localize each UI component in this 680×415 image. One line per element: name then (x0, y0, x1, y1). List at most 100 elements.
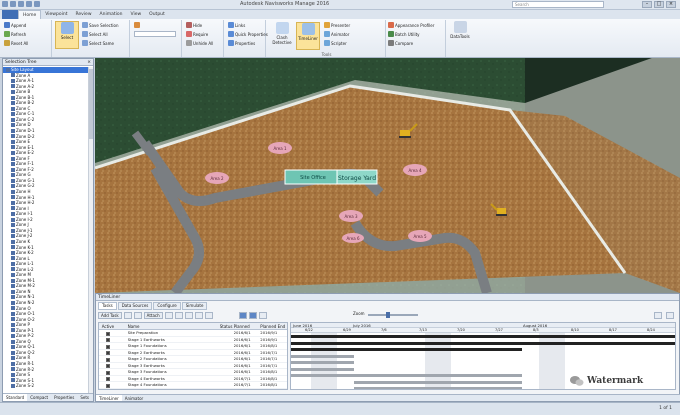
timeliner-button[interactable]: TimeLiner (296, 22, 320, 50)
append-button[interactable]: Append (4, 22, 26, 28)
tab-data-sources[interactable]: Data Sources (117, 302, 153, 310)
planned-view-icon[interactable] (248, 311, 257, 319)
appearance-profiler-button[interactable]: Appearance Profiler (388, 22, 434, 28)
tab-tasks[interactable]: Tasks (98, 302, 117, 310)
reset-all-button[interactable]: Reset All (4, 40, 28, 46)
active-checkbox[interactable] (105, 383, 110, 388)
planned-start[interactable]: 2016/6/1 (234, 350, 261, 356)
tab-viewpoint[interactable]: Viewpoint (41, 10, 71, 19)
close-icon[interactable]: × (666, 1, 676, 8)
planned-end[interactable]: 2016/8/1 (260, 382, 287, 388)
tab-timeliner[interactable]: TimeLiner (96, 395, 122, 401)
require-button[interactable]: Require (186, 31, 208, 37)
tab-properties[interactable]: Properties (51, 394, 77, 401)
add-task-button[interactable]: Add Task (98, 311, 122, 319)
task-name[interactable]: Stage 3 Foundations (126, 369, 220, 375)
3d-viewport[interactable]: Site Office Storage Yard Area 1 Area 2 A… (95, 58, 680, 293)
tree-scrollbar[interactable] (88, 67, 93, 393)
gantt-bar[interactable] (353, 387, 523, 389)
planned-end[interactable]: 2016/7/1 (260, 356, 287, 362)
task-name[interactable]: Stage 2 Earthworks (126, 350, 220, 356)
quick-properties-button[interactable]: Quick Properties (228, 31, 268, 37)
options-icon[interactable] (666, 311, 674, 319)
planned-start[interactable]: 2016/6/1 (234, 363, 261, 369)
maximize-icon[interactable]: □ (654, 1, 664, 8)
zoom-slider-knob[interactable] (386, 312, 390, 318)
gantt-bar[interactable] (291, 374, 523, 377)
planned-start[interactable]: 2016/6/1 (234, 343, 261, 349)
tab-configure[interactable]: Configure (153, 302, 181, 310)
tab-home[interactable]: Home (18, 10, 42, 19)
find-items-button[interactable] (134, 22, 140, 28)
planned-start[interactable]: 2016/6/1 (234, 356, 261, 362)
tab-output[interactable]: Output (145, 10, 169, 19)
datatools-button[interactable]: DataTools (448, 21, 472, 49)
help-icon[interactable] (654, 311, 662, 319)
save-selection-button[interactable]: Save Selection (82, 22, 119, 28)
active-checkbox[interactable] (105, 344, 110, 349)
planned-start[interactable]: 2016/7/1 (234, 376, 261, 382)
unhide-all-button[interactable]: Unhide All (186, 40, 213, 46)
select-button[interactable]: Select (55, 21, 79, 49)
active-checkbox[interactable] (105, 331, 110, 336)
planned-end[interactable]: 2016/8/1 (260, 343, 287, 349)
planned-start[interactable]: 2016/6/1 (234, 369, 261, 375)
scripter-button[interactable]: Scripter (324, 40, 347, 46)
gantt-bar[interactable] (353, 380, 523, 384)
tab-review[interactable]: Review (71, 10, 95, 19)
gantt-bar[interactable] (291, 361, 354, 364)
planned-start[interactable]: 2016/6/1 (234, 337, 261, 343)
zoom-slider[interactable] (368, 312, 418, 318)
attach-button[interactable]: Attach (143, 311, 163, 319)
links-button[interactable]: Links (228, 22, 245, 28)
tab-animator[interactable]: Animator (122, 395, 146, 401)
export-icon[interactable] (184, 311, 193, 319)
task-name[interactable]: Stage 2 Foundations (126, 356, 220, 362)
redo-icon[interactable] (26, 1, 32, 7)
app-menu-icon[interactable] (2, 1, 8, 7)
insert-task-icon[interactable] (123, 311, 132, 319)
planned-end[interactable]: 2016/9/1 (260, 337, 287, 343)
tab-sets[interactable]: Sets (77, 394, 92, 401)
select-same-button[interactable]: Select Same (82, 40, 114, 46)
planned-end[interactable]: 2016/7/1 (260, 363, 287, 369)
gantt-bar[interactable] (291, 348, 523, 351)
select-all-button[interactable]: Select All (82, 31, 108, 37)
tab-view[interactable]: View (126, 10, 145, 19)
active-checkbox[interactable] (105, 377, 110, 381)
planned-start[interactable]: 2016/7/1 (234, 382, 261, 388)
quick-find-input[interactable] (134, 31, 176, 37)
tab-compact[interactable]: Compact (27, 394, 51, 401)
refresh-button[interactable]: Refresh (4, 31, 26, 37)
task-name[interactable]: Stage 4 Earthworks (126, 376, 220, 382)
gantt-bar[interactable] (291, 335, 675, 338)
task-name[interactable]: Stage 4 Foundations (126, 382, 220, 388)
gantt-bar[interactable] (291, 354, 354, 358)
task-name[interactable]: Stage 1 Earthworks (126, 337, 220, 343)
planned-end[interactable]: 2016/8/1 (260, 369, 287, 375)
batch-utility-button[interactable]: Batch Utility (388, 31, 420, 37)
animator-button[interactable]: Animator (324, 31, 349, 37)
tab-animation[interactable]: Animation (96, 10, 127, 19)
task-name[interactable]: Stage 3 Earthworks (126, 363, 220, 369)
auto-attach-icon[interactable] (164, 311, 173, 319)
print-icon[interactable] (34, 1, 40, 7)
actual-view-icon[interactable] (258, 311, 267, 319)
gantt-bar[interactable] (291, 367, 354, 371)
minimize-icon[interactable]: – (642, 1, 652, 8)
properties-button[interactable]: Properties (228, 40, 255, 46)
undo-icon[interactable] (18, 1, 24, 7)
scrollbar-thumb[interactable] (89, 69, 93, 139)
gantt-bar[interactable] (291, 341, 675, 345)
planned-end[interactable]: 2016/8/1 (260, 376, 287, 382)
planned-end[interactable]: 2016/7/1 (260, 350, 287, 356)
clash-detective-button[interactable]: Clash Detective (270, 22, 294, 50)
tab-standard[interactable]: Standard (3, 394, 28, 401)
tree-item[interactable]: Zone S-2 (3, 383, 89, 389)
active-checkbox[interactable] (105, 338, 110, 342)
presenter-button[interactable]: Presenter (324, 22, 350, 28)
application-button[interactable] (2, 10, 18, 19)
close-panel-icon[interactable]: × (87, 59, 91, 66)
compare-button[interactable]: Compare (388, 40, 413, 46)
active-checkbox[interactable] (105, 357, 110, 362)
